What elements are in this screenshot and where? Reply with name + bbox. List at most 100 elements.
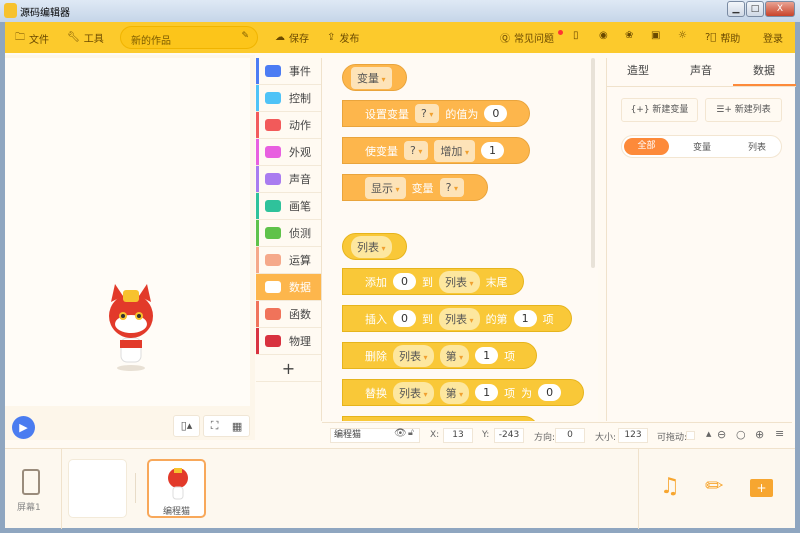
list-block-partial[interactable] <box>342 416 538 421</box>
value-input[interactable]: 1 <box>480 142 504 159</box>
show-variable-block[interactable]: 显示 ▾ 变量 ? ▾ <box>342 174 488 201</box>
palette-scrollbar[interactable] <box>591 58 595 268</box>
publish-button[interactable]: ⇪ 发布 <box>327 30 359 45</box>
list-hat-block[interactable]: 列表 ▾ <box>342 233 407 260</box>
device-select[interactable]: ▯▴ <box>173 415 200 437</box>
block-text: 的值为 <box>445 107 479 121</box>
faq-button[interactable]: Ⓠ 常见问题 <box>500 30 563 45</box>
block-palette: 变量 ▾ 设置变量 ? ▾ 的值为 0 使变量 ? ▾ 增加 ▾ 1 显示 ▾ 变量 ? ▾ 列… <box>322 58 598 421</box>
category-8[interactable]: 数据 <box>256 274 321 301</box>
direction-input[interactable]: 0 <box>555 428 585 443</box>
save-button[interactable]: ☁ 保存 <box>275 30 309 45</box>
var-dropdown[interactable]: ? ▾ <box>439 178 464 197</box>
eye-icon[interactable]: 👁︎ <box>394 428 407 439</box>
add-category-button[interactable]: + <box>256 355 321 382</box>
help-button[interactable]: ?⃝ 帮助 <box>705 30 740 45</box>
insert-list-block[interactable]: 插入 0 到列表 ▾ 的第 1 项 <box>342 305 572 332</box>
close-button[interactable]: X <box>765 1 795 17</box>
category-label: 侦测 <box>289 227 311 240</box>
tab-data[interactable]: 数据 <box>733 62 795 78</box>
minimize-button[interactable]: ▁ <box>727 1 745 17</box>
replace-list-item-block[interactable]: 替换 列表 ▾ 第 ▾ 1 项为 0 <box>342 379 584 406</box>
window-title: 源码编辑器 <box>20 8 70 19</box>
index-input[interactable]: 1 <box>475 384 499 401</box>
new-variable-button[interactable]: {+} 新建变量 <box>621 98 698 122</box>
list-dropdown[interactable]: 列表 ▾ <box>351 235 392 258</box>
category-6[interactable]: 侦测 <box>256 220 321 247</box>
category-7[interactable]: 运算 <box>256 247 321 274</box>
index-input[interactable]: 1 <box>475 347 499 364</box>
value-input[interactable]: 0 <box>393 310 416 327</box>
filter-lists[interactable]: 列表 <box>737 140 777 153</box>
x-input[interactable]: 13 <box>443 428 473 443</box>
category-1[interactable]: 控制 <box>256 85 321 112</box>
tools-menu[interactable]: 🔧︎ 工具 <box>67 30 104 45</box>
value-input[interactable]: 0 <box>484 105 508 122</box>
menu-icon[interactable]: ≡ <box>775 427 784 440</box>
draggable-checkbox[interactable] <box>686 431 695 440</box>
list-dropdown[interactable]: 列表 ▾ <box>439 307 480 330</box>
category-0[interactable]: 事件 <box>256 58 321 85</box>
robot-icon[interactable]: ◉ <box>599 30 608 41</box>
new-list-button[interactable]: ☰+ 新建列表 <box>705 98 782 122</box>
upload-folder-icon[interactable]: + <box>750 479 773 497</box>
collapse-icon[interactable]: ▲ <box>706 430 711 438</box>
add-sound-icon[interactable]: ♫ <box>660 474 680 499</box>
position-dropdown[interactable]: 第 ▾ <box>439 344 470 367</box>
tab-sound[interactable]: 声音 <box>670 62 732 78</box>
coding-cat-sprite[interactable] <box>103 280 159 372</box>
list-dropdown[interactable]: 列表 ▾ <box>439 270 480 293</box>
var-dropdown[interactable]: ? ▾ <box>415 104 440 123</box>
category-2[interactable]: 动作 <box>256 112 321 139</box>
category-5[interactable]: 画笔 <box>256 193 321 220</box>
file-menu[interactable]: 🗀 文件 <box>15 30 49 47</box>
variable-dropdown[interactable]: 变量 ▾ <box>351 66 392 89</box>
op-dropdown[interactable]: 增加 ▾ <box>434 139 475 162</box>
project-name-input[interactable]: 新的作品 ✎ <box>120 26 258 49</box>
sprite-thumbnail[interactable]: 编程猫 <box>147 459 206 518</box>
screen-item[interactable]: 屏幕1 <box>5 449 62 529</box>
hardware-icon[interactable]: ❀ <box>625 30 633 41</box>
list-dropdown[interactable]: 列表 ▾ <box>393 381 434 404</box>
index-input[interactable]: 1 <box>513 310 537 327</box>
show-dropdown[interactable]: 显示 ▾ <box>365 176 406 199</box>
position-dropdown[interactable]: 第 ▾ <box>439 381 470 404</box>
list-dropdown[interactable]: 列表 ▾ <box>393 344 434 367</box>
zoom-out-icon[interactable]: ⊖ <box>717 428 726 441</box>
zoom-in-icon[interactable]: ⊕ <box>755 428 764 441</box>
value-input[interactable]: 0 <box>538 384 562 401</box>
fullscreen-icon[interactable]: ⛶ <box>211 419 219 433</box>
category-9[interactable]: 函数 <box>256 301 321 328</box>
delete-list-item-block[interactable]: 删除 列表 ▾ 第 ▾ 1 项 <box>342 342 537 369</box>
change-variable-block[interactable]: 使变量 ? ▾ 增加 ▾ 1 <box>342 137 530 164</box>
category-3[interactable]: 外观 <box>256 139 321 166</box>
category-color-bar <box>256 247 259 273</box>
login-button[interactable]: 登录 <box>763 30 783 45</box>
filter-variables[interactable]: 变量 <box>682 140 722 153</box>
var-dropdown[interactable]: ? ▾ <box>404 141 429 160</box>
mobile-icon[interactable]: ▯ <box>573 30 579 41</box>
right-panel: 造型 声音 数据 {+} 新建变量 ☰+ 新建列表 全部 变量 列表 <box>606 58 796 421</box>
lock-icon[interactable]: 🔓︎ <box>408 428 414 438</box>
stage[interactable]: ▶ ▯▴ ⛶ ▦ <box>5 58 250 439</box>
tab-costume[interactable]: 造型 <box>607 62 669 78</box>
y-input[interactable]: -243 <box>494 428 524 443</box>
zoom-reset-icon[interactable]: ○ <box>736 428 746 441</box>
save-label: 保存 <box>289 34 309 45</box>
variable-hat-block[interactable]: 变量 ▾ <box>342 64 407 91</box>
backpack-icon[interactable]: ▣ <box>651 30 660 41</box>
play-button[interactable]: ▶ <box>12 416 35 439</box>
chevron-down-icon: ▾ <box>379 243 386 253</box>
add-to-list-block[interactable]: 添加 0 到列表 ▾ 末尾 <box>342 268 524 295</box>
value-input[interactable]: 0 <box>393 273 416 290</box>
set-variable-block[interactable]: 设置变量 ? ▾ 的值为 0 <box>342 100 530 127</box>
filter-all[interactable]: 全部 <box>624 138 669 155</box>
grid-icon[interactable]: ▦ <box>232 420 242 433</box>
settings-icon[interactable]: ☼ <box>678 30 687 41</box>
category-10[interactable]: 物理 <box>256 328 321 355</box>
maximize-button[interactable]: □ <box>746 1 764 17</box>
empty-sprite-slot[interactable] <box>68 459 127 518</box>
paint-pencil-icon[interactable]: ✏ <box>705 474 723 499</box>
category-4[interactable]: 声音 <box>256 166 321 193</box>
size-input[interactable]: 123 <box>618 428 648 443</box>
